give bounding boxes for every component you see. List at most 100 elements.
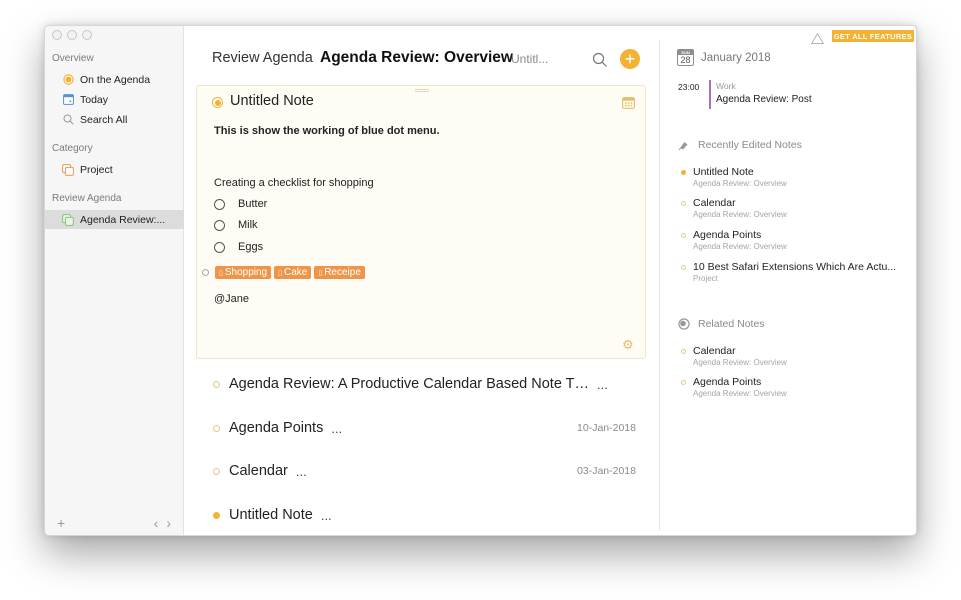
recent-note-project: Agenda Review: Overview: [693, 210, 787, 219]
calendar-date-icon: SUN 28: [677, 49, 694, 66]
note-list-item[interactable]: Untitled Note ...: [196, 501, 646, 529]
note-date: 03-Jan-2018: [577, 465, 636, 477]
sidebar-item-project[interactable]: Project: [45, 160, 184, 179]
add-note-button[interactable]: +: [620, 49, 640, 69]
sidebar-item-today[interactable]: Today: [45, 90, 184, 109]
header: Review Agenda Agenda Review: Overview Un…: [184, 26, 660, 86]
search-icon[interactable]: [592, 52, 608, 68]
note-status-dot-icon[interactable]: [213, 467, 220, 475]
note-title: Agenda Review: A Productive Calendar Bas…: [229, 376, 590, 392]
note-status-dot-icon: [681, 265, 686, 270]
related-notes-icon: [678, 318, 690, 330]
more-button[interactable]: ...: [296, 464, 307, 479]
note-date: 10-Jan-2018: [577, 422, 636, 434]
checkbox[interactable]: [214, 241, 225, 253]
calendar-month[interactable]: January 2018: [701, 52, 771, 64]
checklist-item-label: Milk: [238, 219, 258, 231]
checklist-item[interactable]: Butter: [214, 198, 267, 210]
add-project-button[interactable]: +: [53, 515, 69, 531]
event-time: 23:00: [678, 82, 700, 92]
active-note-card[interactable]: Untitled Note This is show the working o…: [196, 85, 646, 359]
app-window: Overview On the Agenda Today Search All …: [44, 25, 917, 536]
warning-icon[interactable]: [810, 31, 825, 44]
sidebar-section-review-agenda: Review Agenda: [52, 193, 122, 204]
event-color-bar: [709, 80, 711, 109]
sidebar-item-search-all[interactable]: Search All: [45, 110, 184, 129]
get-all-features-button[interactable]: GET ALL FEATURES: [832, 30, 914, 42]
blue-dot-menu-icon[interactable]: [202, 269, 209, 276]
event-calendar: Work: [716, 81, 736, 91]
breadcrumb[interactable]: Review Agenda: [212, 50, 313, 66]
tag-icon: ▯: [318, 269, 323, 277]
checklist-intro: Creating a checklist for shopping: [214, 177, 374, 189]
recently-edited-heading: Recently Edited Notes: [678, 139, 802, 151]
tag-shopping[interactable]: ▯ Shopping: [215, 266, 272, 279]
related-note-title: Calendar: [693, 345, 736, 357]
sidebar-section-overview: Overview: [52, 53, 94, 64]
checkbox[interactable]: [214, 219, 225, 231]
note-status-dot-icon: [681, 170, 686, 175]
recent-note-title: Calendar: [693, 197, 736, 209]
note-status-dot-icon: [681, 233, 686, 238]
zoom-window-button[interactable]: [82, 30, 92, 40]
note-status-dot-icon[interactable]: [213, 380, 220, 388]
note-list-item[interactable]: Agenda Points ... 10-Jan-2018: [196, 414, 646, 442]
sidebar-item-on-the-agenda[interactable]: On the Agenda: [45, 70, 184, 89]
note-status-dot-icon: [681, 380, 686, 385]
right-panel: GET ALL FEATURES SUN 28 January 2018 23:…: [661, 26, 916, 535]
calendar-today-icon: [62, 94, 74, 106]
sidebar: Overview On the Agenda Today Search All …: [45, 26, 184, 535]
calendar-icon[interactable]: [622, 96, 635, 109]
panel-divider[interactable]: [659, 40, 660, 530]
checklist-item[interactable]: Milk: [214, 219, 258, 231]
more-button[interactable]: ...: [331, 421, 342, 436]
event-title: Agenda Review: Post: [716, 94, 812, 105]
note-status-dot-icon[interactable]: [213, 424, 220, 432]
gear-icon[interactable]: ⚙: [622, 338, 635, 351]
tag-icon: ▯: [219, 269, 223, 277]
back-button[interactable]: ‹: [150, 515, 163, 531]
project-category-icon: [62, 163, 74, 176]
mention[interactable]: @Jane: [214, 293, 249, 305]
window-controls: [52, 30, 92, 40]
page-title: Agenda Review: Overview: [320, 49, 513, 66]
note-status-dot-icon[interactable]: [213, 511, 220, 519]
recent-note-title: Agenda Points: [693, 229, 762, 241]
checklist-item[interactable]: Eggs: [214, 241, 263, 253]
sidebar-item-label: Today: [80, 93, 109, 106]
note-title: Agenda Points: [229, 420, 324, 436]
note-list-item[interactable]: Calendar ... 03-Jan-2018: [196, 457, 646, 485]
related-note-project: Agenda Review: Overview: [693, 389, 787, 398]
tag-cake[interactable]: ▯ Cake: [274, 266, 312, 279]
forward-button[interactable]: ›: [162, 515, 175, 531]
main-column: Review Agenda Agenda Review: Overview Un…: [184, 26, 660, 535]
tag-icon: ▯: [278, 269, 282, 277]
checklist-item-label: Eggs: [238, 241, 264, 253]
note-status-dot-icon: [681, 349, 686, 354]
note-title: Calendar: [229, 463, 288, 479]
agenda-dot-icon: [62, 74, 74, 86]
drag-handle[interactable]: [415, 89, 429, 92]
more-button[interactable]: ...: [321, 508, 332, 523]
sidebar-item-agenda-review[interactable]: Agenda Review:...: [45, 210, 184, 229]
close-window-button[interactable]: [52, 30, 62, 40]
recent-note-title: 10 Best Safari Extensions Which Are Actu…: [693, 261, 897, 273]
note-title[interactable]: Untitled Note: [230, 93, 314, 109]
sidebar-item-label: On the Agenda: [80, 73, 151, 86]
recent-note-project: Project: [693, 274, 718, 283]
minimize-window-button[interactable]: [67, 30, 77, 40]
recent-note-project: Agenda Review: Overview: [693, 242, 787, 251]
note-list-item[interactable]: Agenda Review: A Productive Calendar Bas…: [196, 370, 646, 398]
related-notes-heading: Related Notes: [678, 318, 765, 330]
note-subtitle[interactable]: Untitl...: [511, 52, 548, 66]
sidebar-section-category: Category: [52, 143, 93, 154]
related-note-project: Agenda Review: Overview: [693, 358, 787, 367]
more-button[interactable]: ...: [597, 377, 608, 392]
project-icon: [62, 213, 74, 226]
checklist-item-label: Butter: [238, 198, 268, 210]
note-status-dot-icon[interactable]: [212, 97, 223, 108]
sidebar-footer: + ‹ ›: [53, 515, 175, 531]
checkbox[interactable]: [214, 198, 225, 210]
tag-receipe[interactable]: ▯ Receipe: [314, 266, 365, 279]
edit-pen-icon: [678, 139, 690, 151]
